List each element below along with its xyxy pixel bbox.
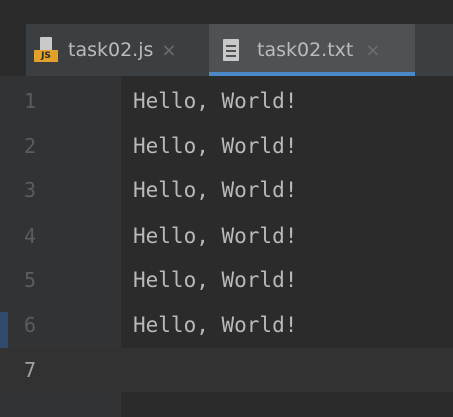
line-number-current: 7 bbox=[24, 358, 37, 382]
code-line[interactable]: Hello, World! bbox=[133, 89, 297, 113]
code-line[interactable]: Hello, World! bbox=[133, 178, 297, 202]
close-icon[interactable]: × bbox=[365, 40, 380, 61]
line-number: 4 bbox=[24, 224, 37, 248]
js-file-icon: JS bbox=[34, 37, 60, 63]
line-number: 1 bbox=[24, 89, 37, 113]
current-line-highlight bbox=[0, 348, 453, 392]
js-badge: JS bbox=[34, 50, 58, 62]
editor-window: JS task02.js × task02.txt × 1 2 3 4 5 6 … bbox=[0, 0, 453, 417]
line-number: 5 bbox=[24, 268, 37, 292]
code-line[interactable]: Hello, World! bbox=[133, 313, 297, 337]
line-number: 3 bbox=[24, 178, 37, 202]
tab-label: task02.txt bbox=[257, 39, 354, 61]
code-line[interactable]: Hello, World! bbox=[133, 268, 297, 292]
code-line[interactable]: Hello, World! bbox=[133, 224, 297, 248]
tab-task02-txt[interactable]: task02.txt × bbox=[209, 24, 415, 76]
tab-bar: JS task02.js × task02.txt × bbox=[26, 24, 453, 76]
window-top-strip bbox=[0, 0, 453, 24]
text-file-icon bbox=[223, 39, 239, 61]
close-icon[interactable]: × bbox=[161, 40, 176, 61]
line-number: 6 bbox=[24, 313, 37, 337]
tab-task02-js[interactable]: JS task02.js × bbox=[34, 24, 204, 76]
tab-label: task02.js bbox=[68, 39, 154, 61]
code-line[interactable]: Hello, World! bbox=[133, 134, 297, 158]
line-number: 2 bbox=[24, 134, 37, 158]
